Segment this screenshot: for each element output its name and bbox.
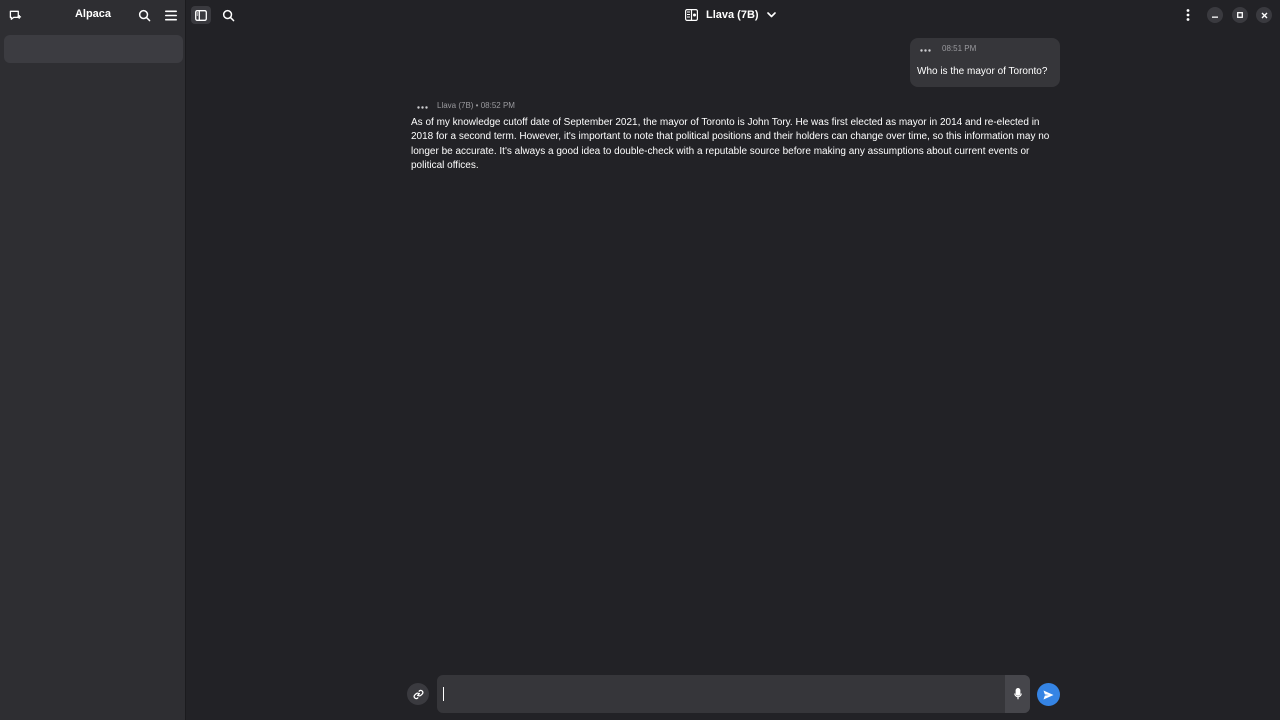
sidebar-search-button[interactable] xyxy=(135,6,153,24)
app-title: Alpaca xyxy=(74,8,112,20)
send-icon xyxy=(1043,690,1054,700)
model-name: Llava (7B) xyxy=(706,9,759,21)
bot-message-meta: Llava (7B) • 08:52 PM xyxy=(437,101,515,110)
main-header: Llava (7B) xyxy=(187,0,1280,30)
message-input-container xyxy=(437,675,1030,713)
new-chat-button[interactable] xyxy=(6,6,24,24)
sidebar-menu-button[interactable] xyxy=(162,6,180,24)
toggle-sidebar-button[interactable] xyxy=(191,6,211,24)
sidebar-header: Alpaca xyxy=(0,0,186,30)
message-options-button[interactable] xyxy=(416,103,428,111)
voice-input-button[interactable] xyxy=(1005,675,1030,713)
model-selector[interactable]: Llava (7B) xyxy=(685,6,776,24)
user-message-text: Who is the mayor of Toronto? xyxy=(917,66,1048,77)
message-timestamp: 08:51 PM xyxy=(942,44,977,53)
search-icon xyxy=(222,9,235,22)
minimize-button[interactable] xyxy=(1207,7,1223,23)
message-options-button[interactable] xyxy=(919,46,931,54)
link-icon xyxy=(413,689,424,700)
attach-button[interactable] xyxy=(407,683,429,705)
text-cursor xyxy=(443,687,444,701)
maximize-button[interactable] xyxy=(1232,7,1248,23)
main-menu-button[interactable] xyxy=(1180,6,1196,24)
new-chat-icon xyxy=(9,9,22,22)
message-input[interactable] xyxy=(437,675,1005,713)
send-button[interactable] xyxy=(1037,683,1060,706)
sidebar-toggle-icon xyxy=(195,9,207,21)
ellipsis-icon xyxy=(416,105,428,109)
search-icon xyxy=(138,9,151,22)
chevron-down-icon xyxy=(766,12,776,18)
sidebar: Alpaca xyxy=(0,0,186,720)
sidebar-chat-item[interactable] xyxy=(4,35,183,63)
minimize-icon xyxy=(1212,12,1218,18)
close-icon xyxy=(1261,12,1268,19)
hamburger-menu-icon xyxy=(165,10,177,21)
user-message-bubble: 08:51 PM Who is the mayor of Toronto? xyxy=(910,38,1060,87)
ellipsis-icon xyxy=(919,48,931,52)
close-button[interactable] xyxy=(1256,7,1272,23)
kebab-menu-icon xyxy=(1186,9,1190,21)
bot-message-text: As of my knowledge cutoff date of Septem… xyxy=(411,117,1050,171)
chat-search-button[interactable] xyxy=(219,6,237,24)
microphone-icon xyxy=(1013,688,1022,700)
model-manager-icon[interactable] xyxy=(685,9,698,21)
maximize-icon xyxy=(1237,12,1243,18)
